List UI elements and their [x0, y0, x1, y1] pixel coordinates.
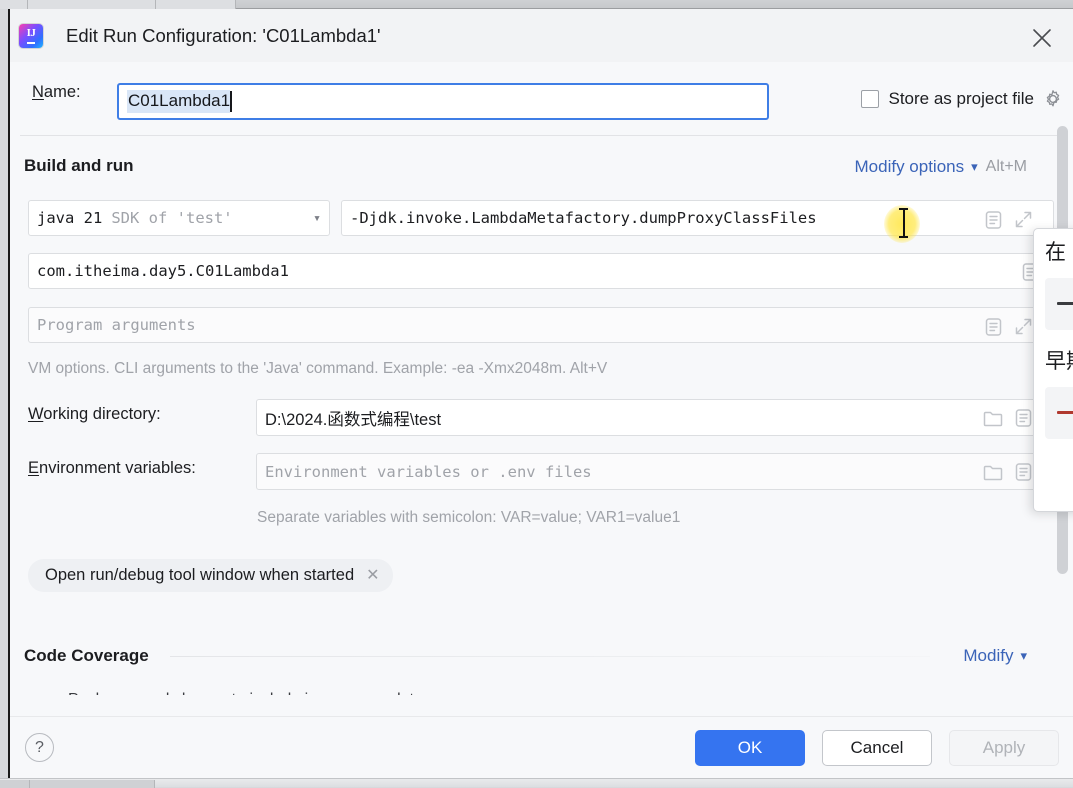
chevron-down-icon[interactable]: ▾ [1020, 648, 1027, 664]
modify-options-row: Modify options ▾ Alt+M [855, 157, 1028, 177]
store-as-project-file-checkbox[interactable] [861, 90, 880, 108]
program-arguments-placeholder: Program arguments [37, 316, 196, 334]
code-coverage-modify-row: Modify ▾ [963, 646, 1027, 666]
gear-icon[interactable] [1043, 89, 1063, 109]
sdk-selector[interactable]: java 21 SDK of 'test' ▾ [28, 200, 330, 236]
folder-icon[interactable] [983, 410, 1003, 432]
environment-variables-input[interactable]: Environment variables or .env files [256, 453, 1054, 490]
chip-label: Open run/debug tool window when started [45, 566, 355, 584]
code-coverage-truncated-row: Packages and classes to include in cover… [68, 691, 423, 700]
environment-variables-field-icons [983, 463, 1032, 486]
store-as-project-file-label: Store as project file [888, 89, 1034, 108]
working-directory-label: Working directory: [28, 405, 161, 423]
text-caret [230, 91, 233, 112]
close-small-icon[interactable]: ✕ [366, 567, 379, 584]
intellij-idea-logo-icon: IJ [19, 23, 43, 48]
close-icon[interactable] [1025, 23, 1059, 53]
document-icon[interactable] [985, 210, 1002, 234]
overlay-popup-thumbnail-1 [1045, 278, 1073, 331]
background-window-top-strip [0, 0, 1073, 9]
working-directory-input[interactable]: D:\2024.函数式编程\test [256, 399, 1054, 436]
program-arguments-field-icons [985, 317, 1033, 341]
expand-diagonal-icon[interactable] [1014, 210, 1033, 234]
apply-button: Apply [949, 729, 1059, 766]
working-directory-field-icons [983, 409, 1032, 432]
ok-button[interactable]: OK [695, 729, 805, 766]
code-coverage-modify-link[interactable]: Modify [963, 646, 1013, 666]
expand-diagonal-icon[interactable] [1014, 317, 1033, 341]
modify-options-link[interactable]: Modify options [855, 157, 965, 177]
open-run-debug-tool-window-chip[interactable]: Open run/debug tool window when started … [28, 559, 393, 592]
folder-icon[interactable] [983, 464, 1003, 486]
vm-options-input[interactable]: -Djdk.invoke.LambdaMetafactory.dumpProxy… [341, 200, 1054, 236]
name-input[interactable]: C01Lambda1 [117, 83, 769, 120]
document-icon[interactable] [1015, 463, 1032, 486]
main-class-value: com.itheima.day5.C01Lambda1 [37, 262, 289, 280]
chevron-down-icon[interactable]: ▾ [971, 159, 978, 175]
dialog-title-bar: IJ Edit Run Configuration: 'C01Lambda1' [10, 9, 1073, 62]
overlay-popup-thumbnail-2 [1045, 387, 1073, 440]
code-coverage-heading: Code Coverage [24, 646, 149, 665]
working-directory-value: D:\2024.函数式编程\test [265, 410, 442, 429]
main-class-input[interactable]: com.itheima.day5.C01Lambda1 [28, 253, 1054, 289]
sdk-name: java 21 [37, 209, 103, 227]
background-window-bottom-strip [0, 778, 1073, 788]
code-coverage-rule [170, 656, 930, 657]
dialog-footer: ? OK Cancel Apply [10, 716, 1073, 778]
program-arguments-input[interactable]: Program arguments [28, 307, 1054, 343]
dialog-content-scroll-area: Build and run Modify options ▾ Alt+M jav… [10, 122, 1073, 716]
environment-variables-label: Environment variables: [28, 459, 196, 477]
environment-variables-placeholder: Environment variables or .env files [265, 462, 592, 481]
vm-options-hint: VM options. CLI arguments to the 'Java' … [28, 360, 608, 377]
overlay-popup-line-2: 早期 [1045, 349, 1073, 374]
dialog-action-buttons: OK Cancel Apply [695, 729, 1059, 766]
build-and-run-heading: Build and run [24, 156, 134, 175]
overlay-popup-line-1: 在 [1045, 240, 1066, 264]
name-label: Name: [32, 82, 81, 101]
chevron-down-icon[interactable]: ▾ [305, 211, 321, 226]
store-as-project-file-row: Store as project file [861, 89, 1063, 109]
help-button[interactable]: ? [25, 733, 54, 762]
edit-run-configuration-dialog: IJ Edit Run Configuration: 'C01Lambda1' … [8, 9, 1073, 778]
overlay-popup-panel: 在 早期 [1033, 228, 1073, 512]
document-icon[interactable] [1015, 409, 1032, 432]
sdk-suffix: SDK of 'test' [111, 209, 233, 227]
cancel-button[interactable]: Cancel [822, 729, 932, 766]
document-icon[interactable] [985, 317, 1002, 341]
environment-variables-hint: Separate variables with semicolon: VAR=v… [257, 509, 681, 526]
vm-options-value: -Djdk.invoke.LambdaMetafactory.dumpProxy… [350, 209, 817, 227]
vm-options-field-icons [985, 210, 1033, 234]
dialog-title: Edit Run Configuration: 'C01Lambda1' [66, 24, 381, 46]
modify-options-shortcut: Alt+M [985, 158, 1027, 175]
name-input-value: C01Lambda1 [127, 90, 231, 113]
